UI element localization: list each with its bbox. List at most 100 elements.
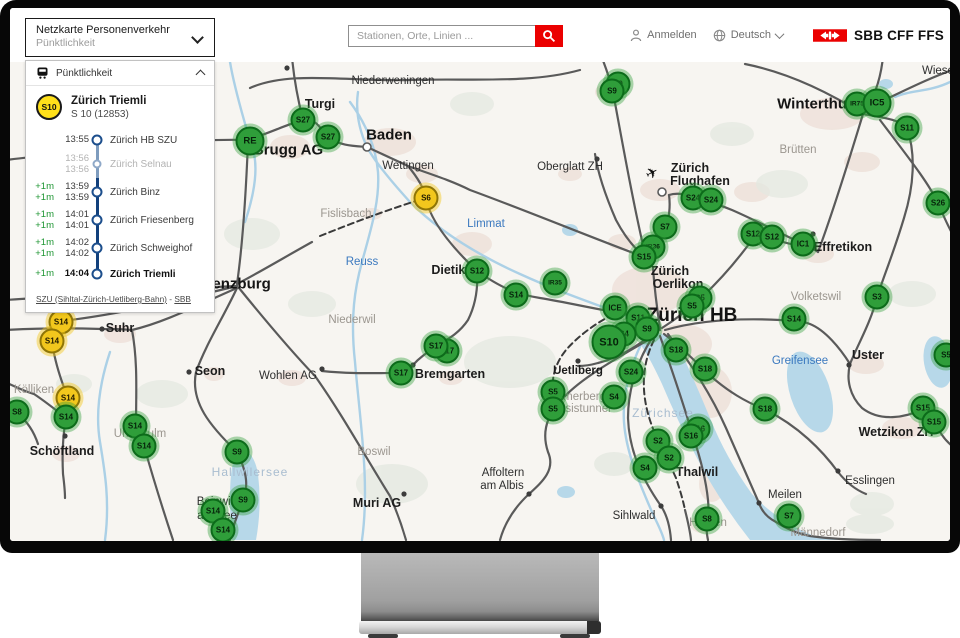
line-badge-s3[interactable]: S3 — [865, 285, 890, 310]
line-badge-s5[interactable]: S5 — [541, 397, 566, 422]
stop-name: Zürich HB SZU — [110, 135, 177, 146]
line-badge-ic1[interactable]: IC1 — [791, 232, 816, 257]
stop-name: Zürich Schweighof — [110, 243, 192, 254]
search-button[interactable] — [535, 25, 563, 47]
schedule-stop-row: +1m+1m 14:0214:02 Zürich Schweighof — [28, 234, 208, 262]
timeline-node — [89, 234, 105, 262]
line-badge-s18[interactable]: S18 — [664, 338, 689, 363]
globe-icon — [713, 29, 726, 42]
time-value: 14:04 — [65, 268, 89, 279]
time-value: 14:02 — [65, 248, 89, 259]
line-badge-s2[interactable]: S2 — [657, 446, 682, 471]
train-summary: S10 Zürich Triemli S 10 (12853) — [26, 86, 214, 126]
line-badge-s9[interactable]: S9 — [231, 488, 256, 513]
sbb-link[interactable]: SBB — [174, 294, 191, 304]
monitor-foot — [560, 634, 590, 638]
monitor-foot — [368, 634, 398, 638]
line-badge-s9[interactable]: S9 — [225, 440, 250, 465]
timeline-node — [89, 130, 105, 150]
line-badge-s8[interactable]: S8 — [695, 507, 720, 532]
timeline-node — [89, 262, 105, 286]
delay-value: +1m — [35, 209, 54, 220]
line-badge-s14[interactable]: S14 — [782, 307, 807, 332]
line-badge-s9[interactable]: S9 — [600, 79, 625, 104]
line-badge-s24[interactable]: S24 — [699, 188, 724, 213]
search-icon — [542, 29, 556, 43]
line-badge-s9[interactable]: S9 — [635, 317, 660, 342]
line-badge-ic5[interactable]: IC5 — [863, 89, 892, 118]
language-label: Deutsch — [731, 29, 771, 41]
line-badge-s12[interactable]: S12 — [760, 225, 785, 250]
line-badge-s17[interactable]: S17 — [424, 334, 449, 359]
line-badge-s14[interactable]: S14 — [54, 405, 79, 430]
collapse-panel-chevron-icon[interactable] — [196, 70, 206, 80]
schedule-stop-row: +1m+1m14:0114:01Zürich Friesenberg — [28, 206, 208, 234]
line-badge-s24[interactable]: S24 — [619, 360, 644, 385]
delay-value: +1m — [35, 181, 54, 192]
time-value: 13:55 — [65, 134, 89, 145]
timeline-node — [89, 178, 105, 206]
line-badge-s5[interactable]: S5 — [934, 343, 951, 368]
line-badge-s8[interactable]: S8 — [10, 400, 30, 425]
brand-name: SBB CFF FFS — [854, 28, 944, 43]
monitor-stand — [361, 553, 599, 621]
line-badge-s26[interactable]: S26 — [926, 191, 951, 216]
line-badge-s12[interactable]: S12 — [465, 259, 490, 284]
panel-title: Pünktlichkeit — [56, 68, 190, 79]
stop-name: Zürich Friesenberg — [110, 215, 194, 226]
line-badge-s6[interactable]: S6 — [414, 186, 439, 211]
delay-value: +1m — [35, 220, 54, 231]
map-layer-dropdown[interactable]: Netzkarte Personenverkehr Pünktlichkeit — [25, 18, 215, 57]
line-badge-ir35[interactable]: IR35 — [543, 271, 568, 296]
operator-link[interactable]: SZU (Sihltal-Zürich-Uetliberg-Bahn) — [36, 294, 167, 304]
timeline-node — [89, 150, 105, 178]
train-number: S 10 (12853) — [71, 109, 146, 120]
schedule-stop-row: +1m+1m13:5913:59Zürich Binz — [28, 178, 208, 206]
line-badge-re[interactable]: RE — [236, 127, 265, 156]
search-bar — [348, 25, 563, 47]
line-badge-s15[interactable]: S15 — [632, 245, 657, 270]
line-badge-s10: S10 — [36, 94, 62, 120]
stop-name: Zürich Selnau — [110, 159, 172, 170]
time-value: 14:01 — [65, 209, 89, 220]
search-input[interactable] — [348, 25, 535, 47]
line-badge-s14[interactable]: S14 — [40, 329, 65, 354]
delay-value: +1m — [35, 248, 54, 259]
monitor: Anmelden Deutsch — [0, 0, 960, 638]
sbb-brand: SBB CFF FFS — [813, 28, 944, 43]
delay-value: +1m — [35, 237, 54, 248]
time-value: 13:56 — [65, 164, 89, 175]
line-badge-s14[interactable]: S14 — [132, 434, 157, 459]
language-selector[interactable]: Deutsch — [713, 29, 783, 42]
line-badge-s4[interactable]: S4 — [633, 456, 658, 481]
time-value: 13:59 — [65, 181, 89, 192]
schedule-stop-row: +1m14:04Zürich Triemli — [28, 262, 208, 286]
chevron-down-icon — [775, 29, 785, 39]
line-badge-s14[interactable]: S14 — [504, 283, 529, 308]
line-badge-ice[interactable]: ICE — [603, 296, 628, 321]
line-badge-s27[interactable]: S27 — [291, 108, 316, 133]
stop-list: 13:55Zürich HB SZU13:5613:56Zürich Selna… — [26, 126, 214, 288]
line-badge-s18[interactable]: S18 — [693, 357, 718, 382]
time-value: 14:02 — [65, 237, 89, 248]
account-area: Anmelden Deutsch — [630, 8, 944, 62]
line-badge-s16[interactable]: S16 — [679, 424, 704, 449]
line-badge-s4[interactable]: S4 — [602, 385, 627, 410]
login-button[interactable]: Anmelden — [630, 29, 697, 42]
line-badge-s27[interactable]: S27 — [316, 125, 341, 150]
line-badge-s17[interactable]: S17 — [389, 361, 414, 386]
line-badge-s14[interactable]: S14 — [211, 518, 236, 542]
line-badge-s11[interactable]: S11 — [895, 116, 920, 141]
train-icon — [36, 67, 49, 79]
line-badge-s18[interactable]: S18 — [753, 397, 778, 422]
dropdown-subtitle: Pünktlichkeit — [36, 37, 204, 49]
sbb-logo-icon — [813, 29, 847, 42]
login-label: Anmelden — [647, 29, 697, 41]
schedule-stop-row: 13:5613:56Zürich Selnau — [28, 150, 208, 178]
user-icon — [630, 29, 642, 42]
line-badge-s5[interactable]: S5 — [680, 294, 705, 319]
line-badge-s7[interactable]: S7 — [777, 504, 802, 529]
line-badge-s10[interactable]: S10 — [592, 325, 627, 360]
delay-value: +1m — [35, 268, 54, 279]
line-badge-s15[interactable]: S15 — [922, 410, 947, 435]
